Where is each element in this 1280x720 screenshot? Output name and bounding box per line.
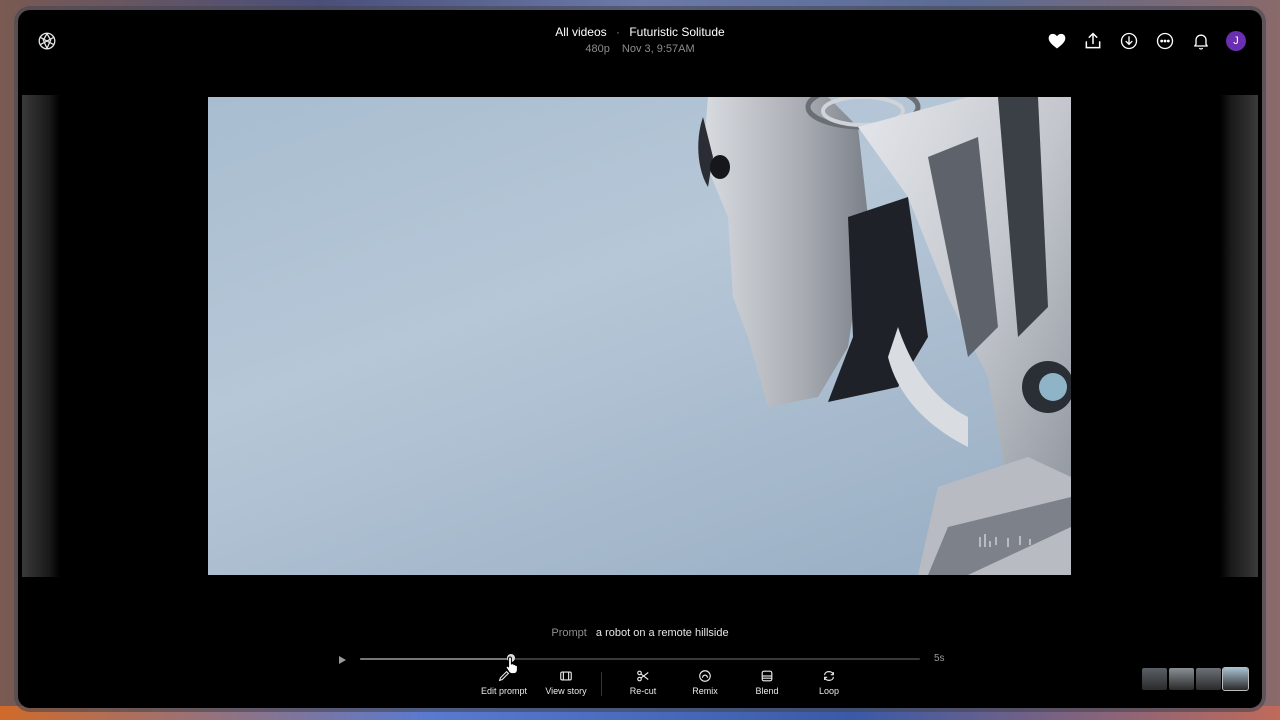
download-icon[interactable] xyxy=(1118,30,1140,52)
bell-icon[interactable] xyxy=(1190,30,1212,52)
prompt-label: Prompt xyxy=(551,627,587,639)
remix-icon xyxy=(699,670,711,682)
heart-icon[interactable] xyxy=(1046,30,1068,52)
view-story-button[interactable]: View story xyxy=(535,667,597,696)
top-actions: J xyxy=(1046,30,1246,52)
recut-label: Re-cut xyxy=(629,686,657,696)
loop-label: Loop xyxy=(818,686,840,696)
prompt-text: a robot on a remote hillside xyxy=(595,627,729,639)
edit-prompt-label: Edit prompt xyxy=(480,686,528,696)
play-icon[interactable] xyxy=(336,653,348,665)
duration-label: 5s xyxy=(934,653,945,664)
storyboard-icon xyxy=(560,671,572,681)
loop-icon xyxy=(824,671,834,681)
clip-thumbnail[interactable] xyxy=(1169,668,1194,690)
clip-thumbnails xyxy=(1142,667,1249,691)
app-window: All videos · Futuristic Solitude 480p No… xyxy=(18,10,1262,708)
clip-thumbnail[interactable] xyxy=(1222,667,1249,691)
hand-cursor-icon xyxy=(504,655,522,675)
user-avatar[interactable]: J xyxy=(1226,31,1246,51)
scrubber-progress xyxy=(360,658,512,660)
scrubber-track[interactable] xyxy=(360,654,920,662)
video-timestamp: Nov 3, 9:57AM xyxy=(621,43,695,55)
blend-icon xyxy=(761,670,773,682)
remix-button[interactable]: Remix xyxy=(674,667,736,696)
share-icon[interactable] xyxy=(1082,30,1104,52)
previous-video-peek[interactable] xyxy=(22,95,60,577)
clip-thumbnail[interactable] xyxy=(1142,668,1167,690)
playback-controls: 5s xyxy=(336,652,946,666)
recut-button[interactable]: Re-cut xyxy=(612,667,674,696)
clip-thumbnail[interactable] xyxy=(1196,668,1221,690)
blend-label: Blend xyxy=(755,686,779,696)
video-resolution: 480p xyxy=(585,43,610,55)
scissors-icon xyxy=(637,670,649,682)
edit-toolbar: Edit prompt View story Re-cut Remix Blen… xyxy=(473,667,860,696)
robot-illustration xyxy=(698,97,1071,575)
prompt-line: Prompt a robot on a remote hillside xyxy=(18,627,1262,639)
video-title: Futuristic Solitude xyxy=(629,25,725,39)
remix-label: Remix xyxy=(692,686,718,696)
breadcrumb-all-videos[interactable]: All videos xyxy=(555,25,606,39)
breadcrumb-separator: · xyxy=(615,25,620,39)
blend-button[interactable]: Blend xyxy=(736,667,798,696)
video-frame[interactable] xyxy=(208,97,1071,575)
next-video-peek[interactable] xyxy=(1220,95,1258,577)
loop-button[interactable]: Loop xyxy=(798,667,860,696)
toolbar-divider xyxy=(601,672,602,696)
view-story-label: View story xyxy=(545,686,587,696)
desktop-backdrop xyxy=(0,706,1280,720)
more-icon[interactable] xyxy=(1154,30,1176,52)
